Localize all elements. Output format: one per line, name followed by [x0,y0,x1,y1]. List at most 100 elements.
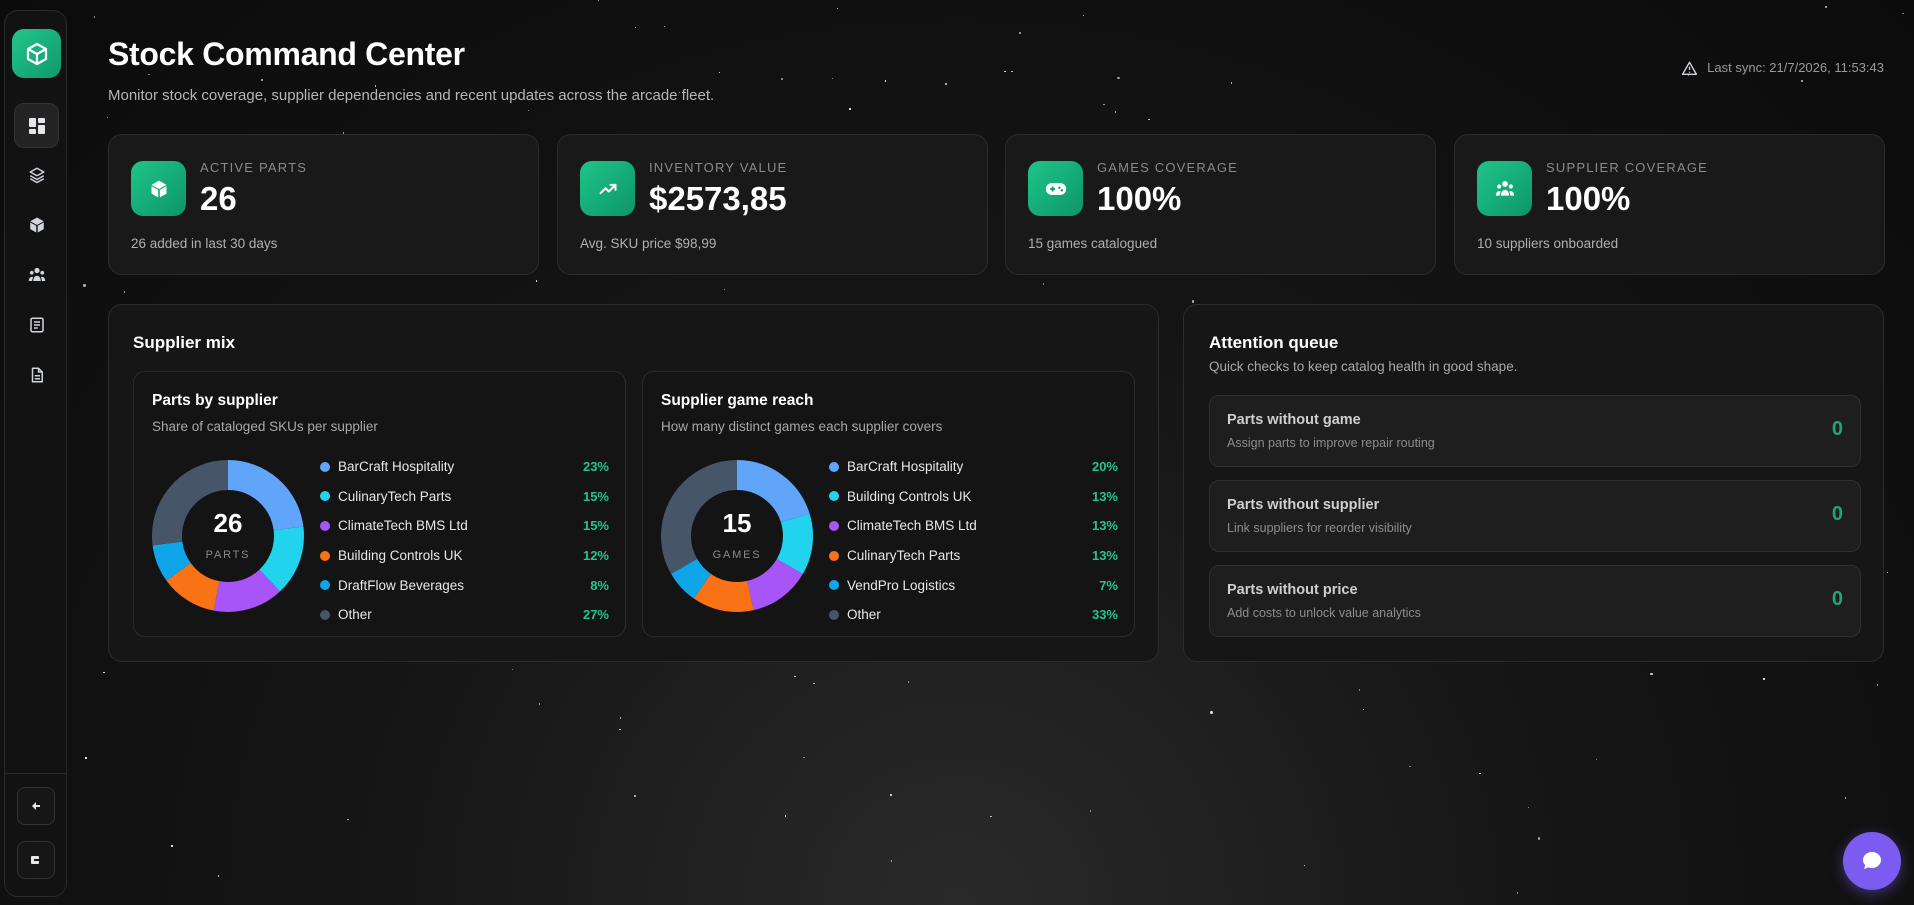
stat-card-games-coverage: GAMES COVERAGE 100% 15 games catalogued [1005,134,1436,275]
attention-item-title: Parts without game [1227,412,1361,428]
card-title: Supplier game reach [661,392,814,409]
users-icon [28,267,45,281]
donut-center: 26 PARTS [152,460,304,612]
legend-swatch [320,520,330,531]
legend-swatch [320,580,330,591]
gamepad-icon [1045,182,1066,195]
stat-value: 100% [1546,180,1631,217]
legend-item: Other 33% [829,600,1118,630]
legend-swatch [829,609,839,620]
legend-item: CulinaryTech Parts 15% [320,482,609,512]
stat-label: GAMES COVERAGE [1097,160,1239,175]
attention-item-parts-without-price[interactable]: Parts without price Add costs to unlock … [1209,565,1861,637]
dashboard-icon [28,117,45,134]
legend-label: Building Controls UK [338,548,463,564]
donut-unit: PARTS [205,549,251,561]
stat-label: INVENTORY VALUE [649,160,788,175]
chat-button[interactable] [1843,832,1901,890]
legend-value: 15% [582,518,609,534]
legend-value: 15% [582,488,609,504]
legend-label: ClimateTech BMS Ltd [338,518,468,534]
cube-icon [29,217,44,232]
legend-item: Building Controls UK 13% [829,482,1118,512]
stat-icon-badge [131,161,186,216]
legend-item: Building Controls UK 12% [320,541,609,571]
games-legend: BarCraft Hospitality 20% Building Controls… [829,452,1118,630]
document-list-icon [29,317,44,332]
collapse-sidebar-button[interactable] [17,787,55,825]
legend-swatch [320,491,330,502]
layers-icon [29,167,44,183]
document-icon [31,367,43,382]
donut-total: 26 [213,508,243,538]
legend-value: 33% [1091,607,1118,623]
chat-bubble-icon [1863,852,1881,869]
donut-center: 15 GAMES [661,460,813,612]
sidebar-item-reports[interactable] [14,302,59,347]
attention-item-count: 0 [1831,503,1843,525]
stat-note: Avg. SKU price $98,99 [580,236,717,251]
attention-item-count: 0 [1831,418,1843,440]
stat-icon-badge [580,161,635,216]
last-sync-status: Last sync: 21/7/2026, 11:53:43 [1682,60,1884,75]
legend-label: BarCraft Hospitality [847,459,964,475]
legend-label: DraftFlow Beverages [338,577,465,593]
stat-card-active-parts: ACTIVE PARTS 26 26 added in last 30 days [108,134,539,275]
legend-swatch [829,580,839,591]
legend-item: ClimateTech BMS Ltd 15% [320,511,609,541]
card-subtitle: How many distinct games each supplier co… [661,419,943,434]
supplier-game-reach-card: Supplier game reach How many distinct ga… [642,371,1135,637]
stat-note: 15 games catalogued [1028,236,1158,251]
legend-swatch [320,609,330,620]
stat-icon-badge [1477,161,1532,216]
sidebar [4,10,67,897]
legend-value: 27% [582,607,609,623]
sidebar-item-suppliers[interactable] [14,252,59,297]
sidebar-item-parts[interactable] [14,202,59,247]
legend-item: BarCraft Hospitality 20% [829,452,1118,482]
legend-swatch [829,520,839,531]
page-subtitle: Monitor stock coverage, supplier depende… [108,87,715,104]
legend-label: Other [338,607,372,623]
attention-item-subtitle: Add costs to unlock value analytics [1227,606,1421,620]
legend-item: BarCraft Hospitality 23% [320,452,609,482]
legend-label: BarCraft Hospitality [338,459,455,475]
legend-swatch [320,550,330,561]
stat-label: SUPPLIER COVERAGE [1546,160,1708,175]
legend-label: Building Controls UK [847,488,972,504]
parts-legend: BarCraft Hospitality 23% CulinaryTech Part… [320,452,609,630]
legend-swatch [829,491,839,502]
attention-item-subtitle: Link suppliers for reorder visibility [1227,521,1412,535]
legend-label: ClimateTech BMS Ltd [847,518,977,534]
legend-label: CulinaryTech Parts [338,488,452,504]
panel-title: Attention queue [1209,333,1339,352]
attention-item-parts-without-supplier[interactable]: Parts without supplier Link suppliers fo… [1209,480,1861,552]
attention-item-parts-without-game[interactable]: Parts without game Assign parts to impro… [1209,395,1861,467]
stat-value: 100% [1097,180,1182,217]
legend-value: 23% [582,459,609,475]
sidebar-item-documents[interactable] [14,352,59,397]
legend-label: VendPro Logistics [847,577,956,593]
legend-value: 13% [1091,488,1118,504]
sidebar-item-dashboard[interactable] [14,103,59,148]
stat-note: 26 added in last 30 days [131,236,278,251]
stat-card-supplier-coverage: SUPPLIER COVERAGE 100% 10 suppliers onbo… [1454,134,1885,275]
warning-icon [1682,61,1698,75]
donut-unit: GAMES [712,549,762,561]
panel-subtitle: Quick checks to keep catalog health in g… [1209,359,1518,374]
last-sync-text: Last sync: 21/7/2026, 11:53:43 [1707,60,1884,75]
legend-swatch [829,461,839,472]
attention-item-title: Parts without supplier [1227,497,1380,513]
logout-button[interactable] [17,841,55,879]
stat-icon-badge [1028,161,1083,216]
stat-value: $2573,85 [649,180,787,217]
sidebar-item-layers[interactable] [14,152,59,197]
stat-card-inventory-value: INVENTORY VALUE $2573,85 Avg. SKU price … [557,134,988,275]
legend-label: CulinaryTech Parts [847,548,961,564]
app-logo[interactable] [12,29,61,78]
legend-item: Other 27% [320,600,609,630]
sidebar-divider [5,773,66,774]
attention-item-title: Parts without price [1227,582,1358,598]
page-title: Stock Command Center [108,36,465,72]
users-icon [1495,180,1514,196]
